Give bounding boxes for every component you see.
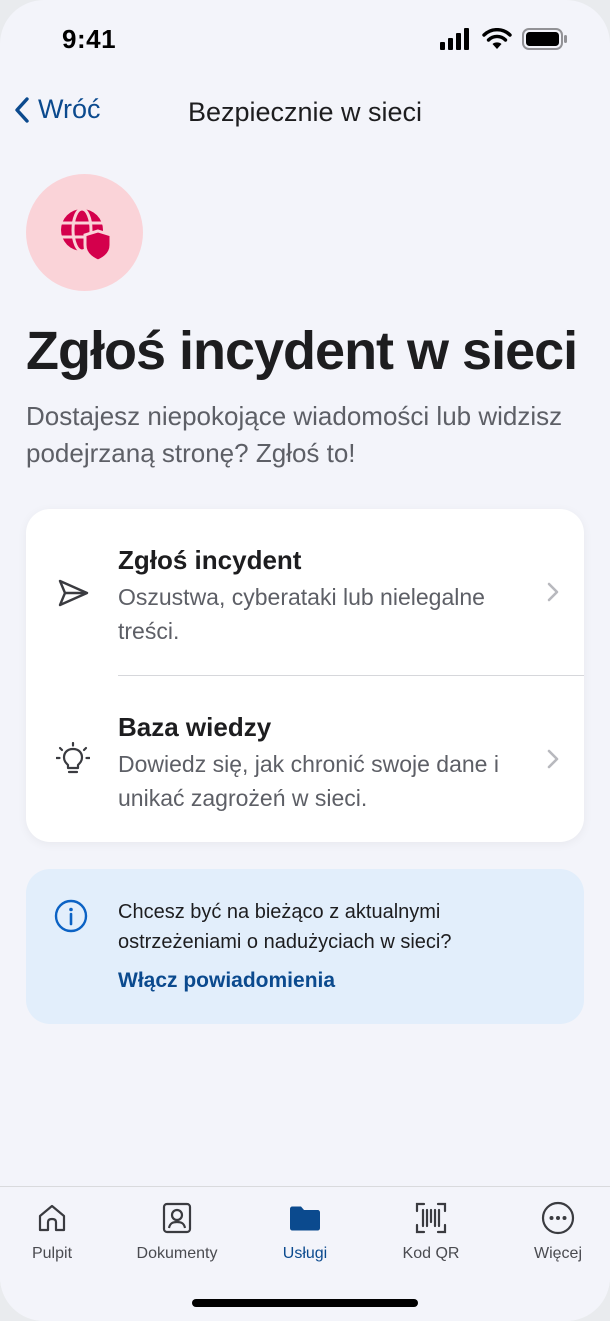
tab-uslugi[interactable]: Usługi bbox=[244, 1201, 366, 1263]
options-card: Zgłoś incydent Oszustwa, cyberataki lub … bbox=[26, 509, 584, 842]
page-title: Zgłoś incydent w sieci bbox=[26, 321, 578, 381]
page-subtitle: Dostajesz niepokojące wiadomości lub wid… bbox=[26, 401, 563, 468]
info-text: Chcesz być na bieżąco z aktualnymi ostrz… bbox=[118, 901, 452, 953]
tab-label: Kod QR bbox=[402, 1245, 460, 1262]
status-time: 9:41 bbox=[62, 24, 117, 54]
info-icon bbox=[54, 899, 88, 933]
status-icons bbox=[440, 28, 568, 50]
navigation-bar: Wróć Bezpiecznie w sieci bbox=[0, 88, 610, 138]
send-icon bbox=[58, 579, 89, 607]
home-indicator[interactable] bbox=[192, 1299, 418, 1307]
option-description: Oszustwa, cyberataki lub nielegalne treś… bbox=[118, 584, 485, 644]
tab-pulpit[interactable]: Pulpit bbox=[0, 1201, 113, 1263]
qr-scan-icon bbox=[415, 1202, 447, 1234]
tab-label: Dokumenty bbox=[136, 1245, 218, 1262]
tab-dokumenty[interactable]: Dokumenty bbox=[116, 1201, 238, 1263]
tab-wiecej[interactable]: Więcej bbox=[497, 1201, 610, 1263]
tab-label: Pulpit bbox=[31, 1245, 73, 1262]
globe-shield-icon bbox=[60, 207, 112, 263]
option-title: Baza wiedzy bbox=[118, 712, 272, 742]
tab-label: Usługi bbox=[282, 1245, 328, 1262]
notifications-info-box: Chcesz być na bieżąco z aktualnymi ostrz… bbox=[26, 869, 584, 1024]
wifi-icon bbox=[482, 28, 512, 49]
chevron-right-icon bbox=[547, 749, 559, 769]
tab-label: Więcej bbox=[533, 1245, 582, 1262]
more-icon bbox=[541, 1201, 575, 1235]
folder-icon bbox=[290, 1206, 320, 1231]
battery-icon bbox=[522, 28, 567, 50]
option-title: Zgłoś incydent bbox=[118, 545, 302, 575]
signal-icon bbox=[440, 28, 469, 50]
hero-icon-badge bbox=[26, 174, 143, 291]
report-incident-option[interactable]: Zgłoś incydent Oszustwa, cyberataki lub … bbox=[26, 509, 584, 676]
home-icon bbox=[38, 1204, 66, 1232]
enable-notifications-link[interactable]: Włącz powiadomienia bbox=[118, 969, 335, 993]
tab-kod-qr[interactable]: Kod QR bbox=[370, 1201, 492, 1263]
option-description: Dowiedz się, jak chronić swoje dane i un… bbox=[118, 751, 499, 811]
nav-title: Bezpiecznie w sieci bbox=[187, 97, 423, 127]
status-bar: 9:41 bbox=[0, 0, 610, 80]
chevron-right-icon bbox=[547, 582, 559, 602]
knowledge-base-option[interactable]: Baza wiedzy Dowiedz się, jak chronić swo… bbox=[26, 676, 584, 842]
lightbulb-icon bbox=[56, 742, 90, 774]
id-card-icon bbox=[162, 1202, 192, 1234]
phone-screen: 9:41 Wróć Bezpiecznie w sieci Zgłoś incy… bbox=[0, 0, 610, 1321]
